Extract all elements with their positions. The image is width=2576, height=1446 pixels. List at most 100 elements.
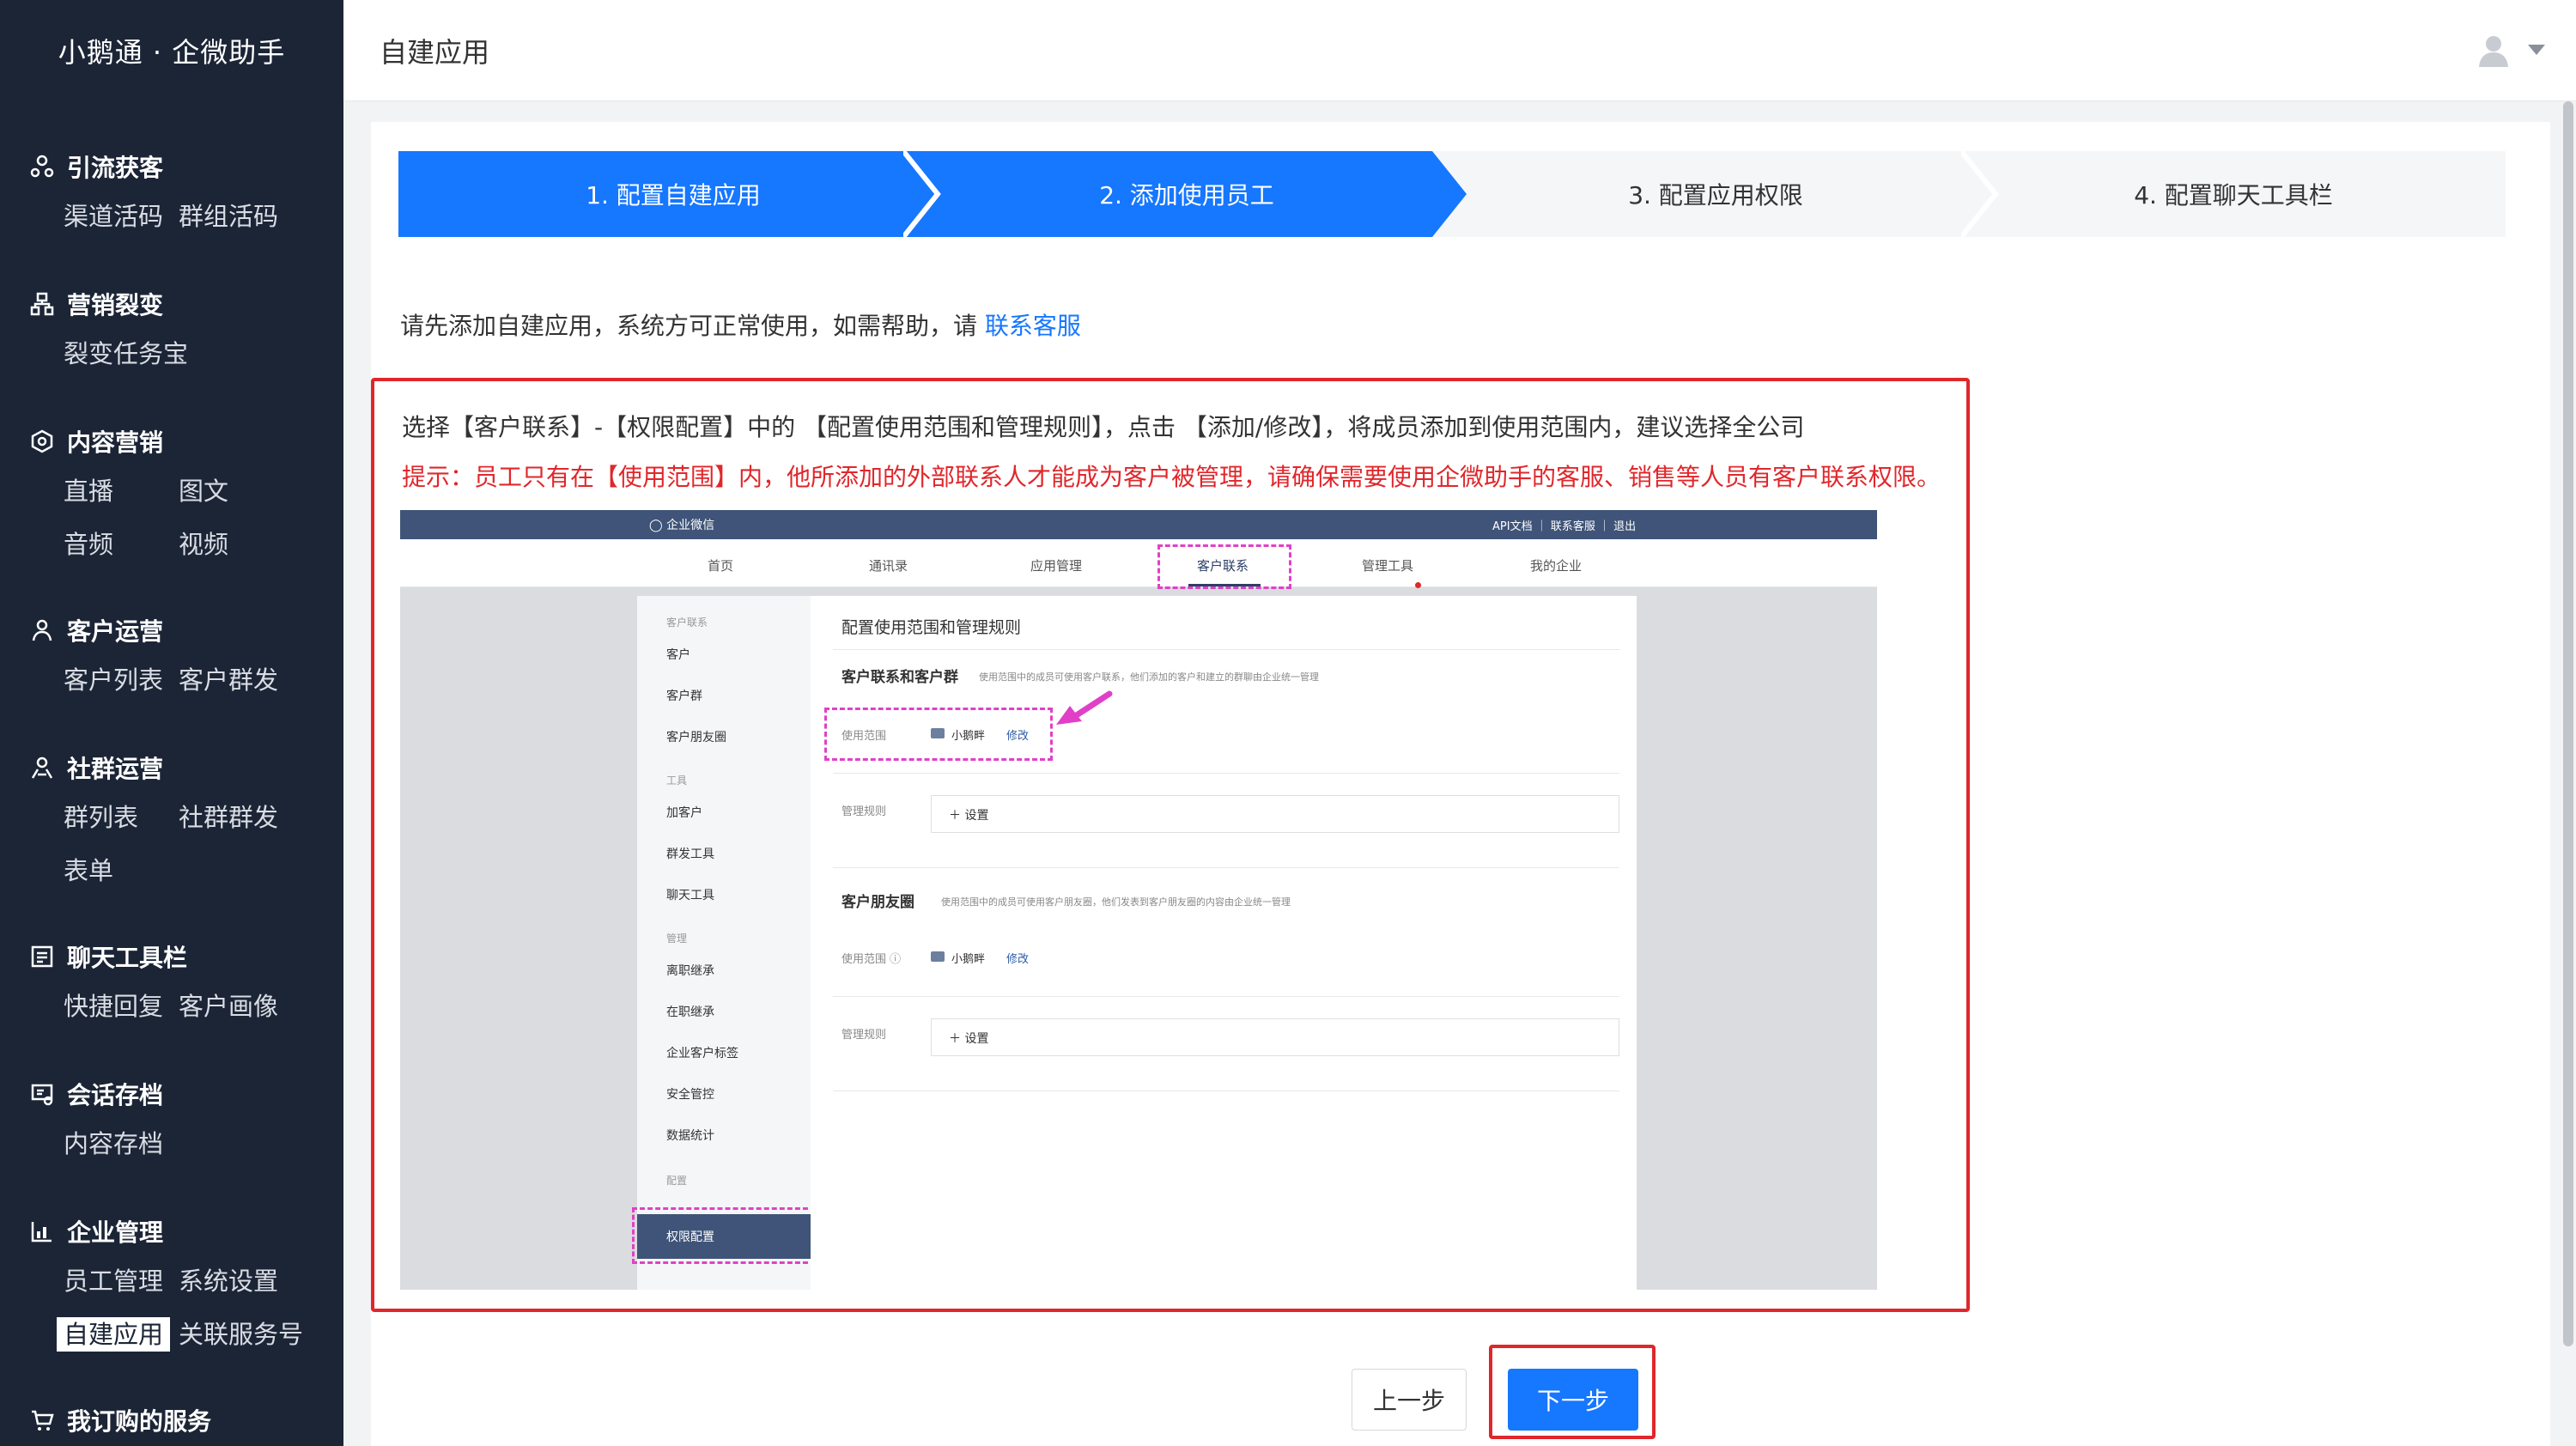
mock-set-label-2: ＋ 设置: [949, 1032, 989, 1046]
mock-main: 配置使用范围和管理规则 客户联系和客户群 使用范围中的成员可使用客户联系，他们添…: [811, 596, 1637, 1290]
pointer-arrow-icon: [1056, 690, 1113, 725]
nav-group-title[interactable]: 会话存档: [29, 1077, 294, 1111]
page-scrollbar[interactable]: [2561, 101, 2576, 1446]
mock-side-section: 管理: [666, 933, 688, 945]
mock-nav-item: 首页: [708, 558, 734, 574]
mock-side-item: 企业客户标签: [666, 1047, 738, 1060]
step-label: 3. 配置应用权限: [1628, 181, 1803, 210]
nav-group-label: 营销裂变: [67, 291, 164, 319]
mock-side-item: 客户朋友圈: [666, 731, 726, 744]
mock-rule-box: ＋ 设置: [931, 795, 1619, 833]
mock-sec1-note: 使用范围中的成员可使用客户联系，他们添加的客户和建立的群聊由企业统一管理: [979, 671, 1319, 683]
step-4: 4. 配置聊天工具栏: [1961, 151, 2506, 237]
mock-nav-item: 我的企业: [1530, 558, 1583, 574]
nav-group-subscriptions: 我订购的服务: [29, 1403, 211, 1437]
nav-group-title[interactable]: 社群运营: [29, 750, 294, 785]
nav-group-community: 社群运营 群列表 社群群发 表单: [29, 750, 294, 888]
step-label: 1. 配置自建应用: [586, 181, 761, 210]
nav-group-title[interactable]: 引流获客: [29, 149, 294, 184]
sidebar: 小鹅通 · 企微助手 引流获客 渠道活码 群组活码 营销裂变 裂变任务宝 内容营…: [0, 0, 343, 1446]
next-step-button[interactable]: 下一步: [1508, 1369, 1638, 1431]
sidebar-item-channel-code[interactable]: 渠道活码: [64, 199, 179, 234]
chevron-down-icon[interactable]: [2528, 45, 2545, 55]
sidebar-item-fission-task[interactable]: 裂变任务宝: [64, 337, 188, 371]
nav-group-title[interactable]: 企业管理: [29, 1214, 294, 1249]
sidebar-item-form[interactable]: 表单: [64, 854, 179, 888]
sidebar-item-video[interactable]: 视频: [179, 527, 294, 562]
prev-step-button[interactable]: 上一步: [1352, 1369, 1467, 1431]
scroll-thumb[interactable]: [2563, 101, 2573, 1346]
sidebar-item-content-archive[interactable]: 内容存档: [64, 1127, 179, 1161]
mock-side-item: 加客户: [666, 806, 702, 820]
help-text-body: 请先添加自建应用，系统方可正常使用，如需帮助，请: [400, 312, 985, 340]
sidebar-item-linked-account[interactable]: 关联服务号: [179, 1317, 303, 1352]
archive-icon: [29, 1081, 55, 1107]
mock-topbar: ◯ 企业微信 API文档 ｜ 联系客服 ｜ 退出: [400, 510, 1877, 539]
chat-toolbar-icon: [29, 944, 55, 969]
mock-side-section: 工具: [666, 775, 688, 787]
divider: [833, 773, 1619, 774]
step-2: 2. 添加使用员工: [903, 151, 1470, 237]
sidebar-item-community-broadcast[interactable]: 社群群发: [179, 800, 294, 835]
sidebar-item-article[interactable]: 图文: [179, 474, 294, 508]
instruction-text: 选择【客户联系】-【权限配置】中的 【配置使用范围和管理规则】，点击 【添加/修…: [402, 413, 1805, 441]
contact-support-link[interactable]: 联系客服: [985, 312, 1081, 340]
mock-side-item: 在职继承: [666, 1006, 714, 1019]
step-label: 4. 配置聊天工具栏: [2134, 181, 2333, 210]
help-text: 请先添加自建应用，系统方可正常使用，如需帮助，请 联系客服: [400, 307, 1081, 342]
nav-group-label: 企业管理: [67, 1218, 164, 1247]
nav-group-label: 我订购的服务: [67, 1407, 212, 1436]
mock-edit-link-2: 修改: [1006, 953, 1030, 966]
sidebar-item-custom-app[interactable]: 自建应用: [57, 1317, 171, 1352]
nav-group-title[interactable]: 客户运营: [29, 613, 294, 647]
sidebar-item-customer-broadcast[interactable]: 客户群发: [179, 663, 294, 697]
sidebar-item-quick-reply[interactable]: 快捷回复: [64, 989, 179, 1024]
mock-side-section: 配置: [666, 1175, 688, 1187]
nav-group-title[interactable]: 营销裂变: [29, 287, 294, 321]
mock-side-item: 安全管控: [666, 1088, 714, 1102]
nav-group-title[interactable]: 我订购的服务: [29, 1403, 211, 1437]
nav-group-label: 客户运营: [67, 617, 164, 646]
sidebar-item-audio[interactable]: 音频: [64, 527, 179, 562]
mock-nav: 首页 通讯录 应用管理 客户联系 管理工具 我的企业: [400, 539, 1877, 588]
nav-group-title[interactable]: 聊天工具栏: [29, 939, 294, 974]
mock-main-title: 配置使用范围和管理规则: [841, 618, 1022, 637]
sidebar-item-live[interactable]: 直播: [64, 474, 179, 508]
sidebar-item-staff[interactable]: 员工管理: [64, 1264, 179, 1298]
nav-group-marketing: 营销裂变 裂变任务宝: [29, 287, 294, 371]
mock-side-item: 群发工具: [666, 848, 714, 861]
mock-sidebar: 客户联系 客户 客户群 客户朋友圈 工具 加客户 群发工具 聊天工具 管理 离职…: [632, 596, 816, 1290]
content-card: 1. 配置自建应用 2. 添加使用员工 3. 配置应用权限 4. 配置聊天工具栏…: [371, 122, 2550, 1446]
highlight-dash-range: [824, 708, 1053, 761]
content-settings-icon: [29, 428, 55, 454]
sidebar-item-customer-profile[interactable]: 客户画像: [179, 989, 294, 1024]
mock-side-item: 客户: [666, 648, 690, 662]
highlight-dash-side: [632, 1207, 816, 1264]
mock-nav-item: 管理工具: [1362, 558, 1414, 574]
nav-group-label: 内容营销: [67, 428, 164, 457]
wecom-screenshot: ◯ 企业微信 API文档 ｜ 联系客服 ｜ 退出 首页 通讯录 应用管理 客户联…: [400, 510, 1877, 1290]
enterprise-chart-icon: [29, 1218, 55, 1244]
mock-range-label-2: 使用范围 ⓘ: [841, 953, 902, 966]
divider: [833, 649, 1619, 650]
sidebar-item-group-code[interactable]: 群组活码: [179, 199, 294, 234]
mock-side-item: 离职继承: [666, 964, 714, 978]
page-title: 自建应用: [380, 36, 490, 69]
folder-icon: [931, 951, 945, 962]
step-3: 3. 配置应用权限: [1432, 151, 1999, 237]
mock-range-value-2: 小鹅畔: [951, 953, 986, 966]
user-avatar-icon[interactable]: [2476, 33, 2511, 67]
nav-group-label: 会话存档: [67, 1081, 164, 1109]
step-label: 2. 添加使用员工: [1099, 181, 1274, 210]
nav-group-title[interactable]: 内容营销: [29, 424, 294, 459]
sidebar-item-group-list[interactable]: 群列表: [64, 800, 179, 835]
divider: [833, 867, 1619, 868]
sidebar-item-system-settings[interactable]: 系统设置: [179, 1264, 294, 1298]
mock-rule-box-2: ＋ 设置: [931, 1018, 1619, 1056]
stepper: 1. 配置自建应用 2. 添加使用员工 3. 配置应用权限 4. 配置聊天工具栏: [398, 151, 2506, 237]
org-tree-icon: [29, 291, 55, 317]
brand-title: 小鹅通 · 企微助手: [58, 36, 286, 69]
customer-icon: [29, 617, 55, 643]
mock-logo: ◯ 企业微信: [649, 519, 715, 532]
sidebar-item-customer-list[interactable]: 客户列表: [64, 663, 179, 697]
